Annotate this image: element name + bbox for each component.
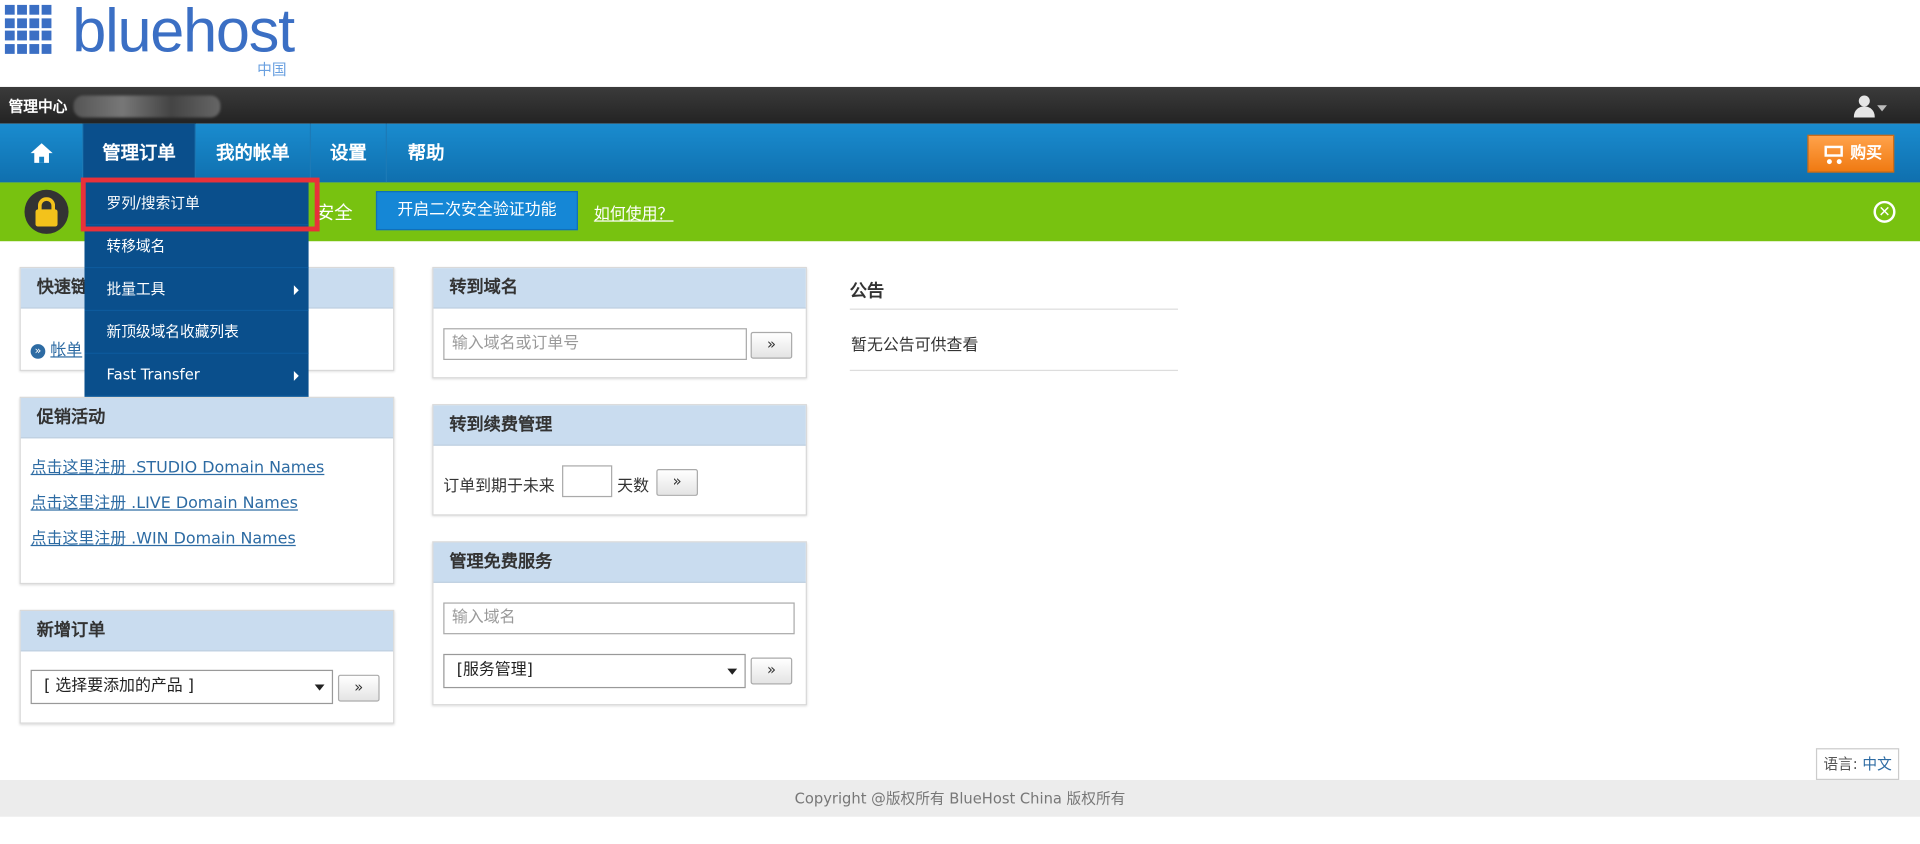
promotions-panel: 促销活动 点击这里注册 .STUDIO Domain Names 点击这里注册 … [19, 396, 395, 585]
new-order-panel: 新增订单 [ 选择要添加的产品 ] » [19, 609, 395, 724]
renewal-panel: 转到续费管理 订单到期于未来 天数 » [432, 404, 807, 516]
announcement-text: 暂无公告可供查看 [851, 336, 979, 356]
promo-link-win[interactable]: 点击这里注册 .WIN Domain Names [31, 525, 384, 548]
chevron-right-icon [293, 371, 299, 381]
main-nav: 管理订单 我的帐单 设置 帮助 购买 [0, 123, 1920, 183]
home-icon [30, 143, 53, 163]
admin-center-label: 管理中心 [8, 97, 68, 116]
menu-item-bulk-tools[interactable]: 批量工具 [84, 268, 309, 312]
panel-title: 转到域名 [433, 268, 806, 309]
nav-home[interactable] [0, 123, 84, 183]
product-select[interactable]: [ 选择要添加的产品 ] [30, 669, 334, 705]
redacted-username [73, 95, 221, 118]
menu-item-label: 新顶级域名收藏列表 [106, 323, 239, 341]
billing-link[interactable]: 帐单 [50, 342, 82, 360]
enable-2fa-button[interactable]: 开启二次安全验证功能 [375, 191, 578, 231]
free-services-panel: 管理免费服务 输入域名 [服务管理] » [432, 541, 807, 706]
days-input[interactable] [562, 465, 613, 498]
product-select-value: [ 选择要添加的产品 ] [44, 677, 194, 696]
nav-my-bills[interactable]: 我的帐单 [196, 123, 312, 183]
nav-manage-orders[interactable]: 管理订单 [83, 123, 196, 183]
close-icon[interactable]: ✕ [1873, 200, 1896, 223]
menu-item-label: 转移域名 [106, 237, 166, 255]
menu-item-new-tld-watchlist[interactable]: 新顶级域名收藏列表 [84, 311, 309, 354]
menu-item-label: 罗列/搜索订单 [106, 194, 200, 212]
banner-text: 安全 [315, 202, 353, 225]
divider [849, 308, 1178, 310]
panel-title: 促销活动 [20, 397, 394, 439]
nav-settings[interactable]: 设置 [311, 123, 387, 183]
nav-help[interactable]: 帮助 [387, 124, 465, 183]
promo-link-studio[interactable]: 点击这里注册 .STUDIO Domain Names [31, 454, 384, 477]
panel-title: 转到续费管理 [433, 405, 806, 446]
footer: Copyright @版权所有 BlueHost China 版权所有 [0, 780, 1920, 817]
announcement-title: 公告 [849, 281, 885, 302]
user-menu-icon[interactable] [1853, 95, 1887, 118]
promo-link-live[interactable]: 点击这里注册 .LIVE Domain Names [31, 490, 384, 513]
menu-item-transfer-domain[interactable]: 转移域名 [84, 225, 309, 269]
menu-item-fast-transfer[interactable]: Fast Transfer [84, 354, 309, 397]
renewal-prefix: 订单到期于未来 [443, 477, 555, 496]
goto-domain-panel: 转到域名 输入域名或订单号 » [432, 266, 807, 379]
chevron-down-icon [314, 684, 325, 691]
lock-icon [24, 189, 69, 234]
goto-domain-go-button[interactable]: » [750, 331, 793, 359]
menu-item-list-search-orders[interactable]: 罗列/搜索订单 [84, 182, 309, 226]
logo-text: bluehost [72, 0, 295, 65]
service-select-value: [服务管理] [456, 661, 533, 680]
chevron-down-icon [727, 668, 738, 675]
double-chevron-icon: » [30, 343, 46, 359]
menu-item-label: 批量工具 [106, 280, 166, 298]
language-value[interactable]: 中文 [1862, 756, 1891, 773]
panel-title: 新增订单 [20, 611, 394, 652]
domain-or-order-input[interactable]: 输入域名或订单号 [443, 328, 747, 361]
language-selector[interactable]: 语言: 中文 [1815, 748, 1900, 781]
logo-grid-icon [4, 4, 54, 54]
bluehost-logo[interactable]: bluehost 中国 [4, 0, 299, 78]
free-service-domain-input[interactable]: 输入域名 [443, 602, 795, 635]
buy-label: 购买 [1850, 144, 1883, 163]
buy-button[interactable]: 购买 [1807, 134, 1895, 173]
manage-orders-dropdown: 罗列/搜索订单 转移域名 批量工具 新顶级域名收藏列表 Fast Transfe… [84, 182, 309, 397]
menu-item-label: Fast Transfer [106, 366, 200, 384]
top-bar: 管理中心 [0, 86, 1920, 124]
renewal-suffix: 天数 [617, 477, 650, 496]
logo-subtitle: 中国 [257, 61, 287, 79]
chevron-down-icon [1877, 105, 1887, 112]
service-select[interactable]: [服务管理] [443, 653, 746, 689]
chevron-right-icon [293, 285, 299, 296]
renewal-go-button[interactable]: » [656, 468, 698, 496]
how-to-use-link[interactable]: 如何使用？ [594, 201, 674, 224]
panel-title: 管理免费服务 [433, 542, 806, 583]
cart-icon [1821, 145, 1845, 165]
new-order-go-button[interactable]: » [337, 674, 380, 702]
copyright-text: Copyright @版权所有 BlueHost China 版权所有 [794, 789, 1126, 807]
free-services-go-button[interactable]: » [750, 657, 793, 685]
divider [849, 369, 1178, 372]
language-label: 语言: [1823, 755, 1858, 773]
